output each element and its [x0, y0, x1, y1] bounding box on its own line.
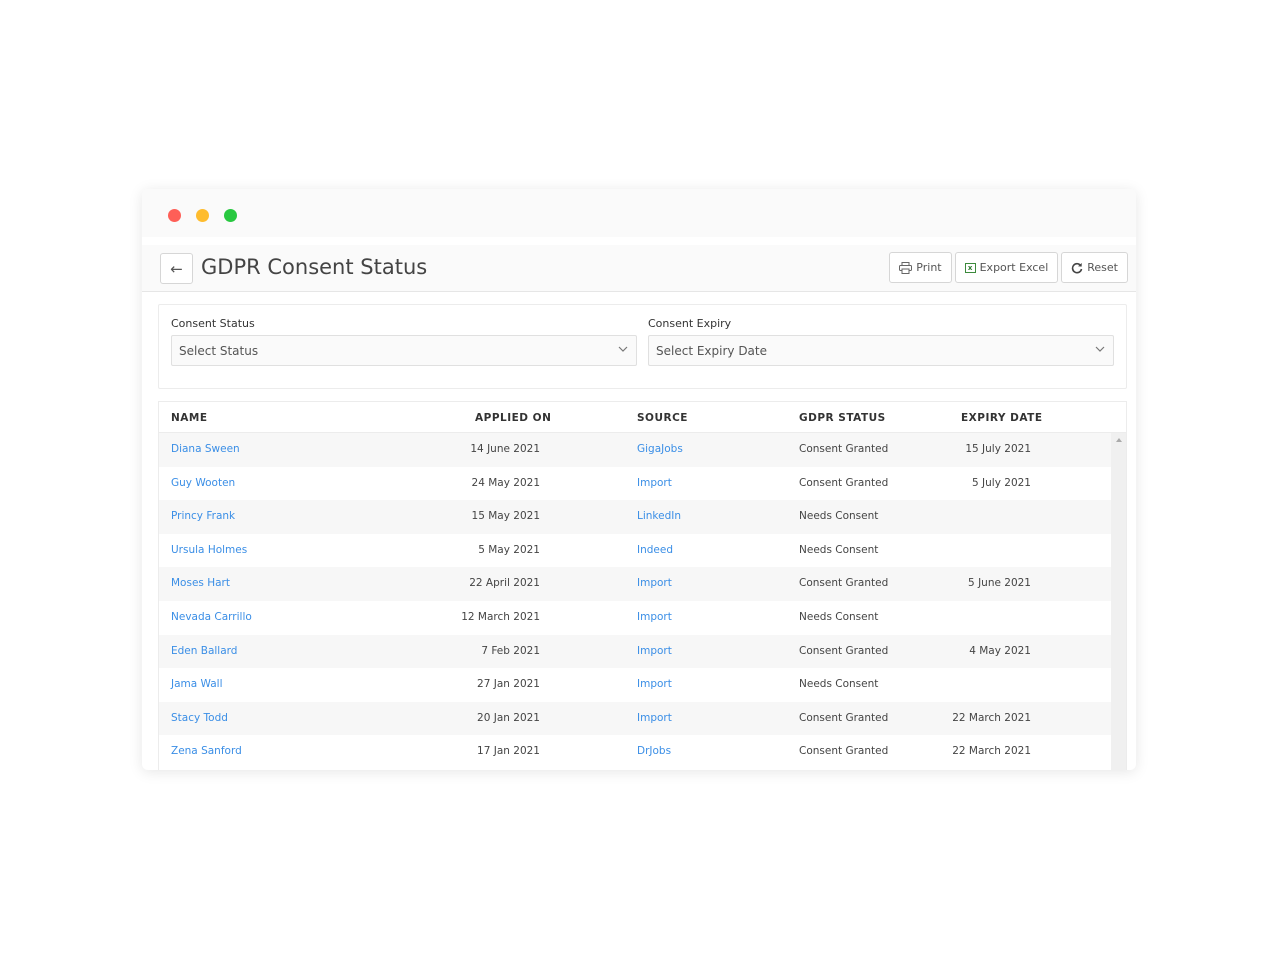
applied-on-cell: 5 May 2021 — [478, 543, 540, 556]
arrow-left-icon: ← — [170, 259, 183, 278]
expiry-date-cell: 5 July 2021 — [972, 476, 1031, 489]
gdpr-status-cell: Needs Consent — [799, 543, 879, 556]
applicant-name-link[interactable]: Princy Frank — [171, 510, 235, 522]
excel-icon: x — [964, 262, 976, 273]
applied-on-cell: 14 June 2021 — [470, 443, 540, 455]
scroll-up-arrow-icon[interactable] — [1116, 438, 1122, 442]
gdpr-status-cell: Consent Granted — [799, 745, 889, 758]
consent-status-placeholder: Select Status — [179, 344, 259, 358]
column-header-source[interactable]: SOURCE — [637, 412, 688, 424]
chevron-down-icon — [618, 346, 628, 352]
applied-on-cell: 15 May 2021 — [471, 510, 540, 523]
gdpr-status-cell: Consent Granted — [799, 644, 889, 657]
vertical-scrollbar[interactable] — [1111, 433, 1126, 770]
applicant-name-link[interactable]: Moses Hart — [171, 577, 230, 589]
applicant-name-link[interactable]: Guy Wooten — [171, 477, 235, 489]
applied-on-cell: 24 May 2021 — [471, 476, 540, 489]
gdpr-status-cell: Needs Consent — [799, 510, 879, 523]
applied-on-cell: 12 March 2021 — [461, 610, 540, 623]
consent-expiry-placeholder: Select Expiry Date — [656, 344, 767, 358]
gdpr-status-cell: Needs Consent — [799, 678, 879, 691]
source-link[interactable]: Import — [637, 678, 672, 690]
table-row: Eden Ballard 7 Feb 2021 Import Consent G… — [159, 634, 1111, 669]
applicant-name-link[interactable]: Ursula Holmes — [171, 544, 247, 556]
maximize-window-button[interactable] — [224, 209, 237, 222]
table-row: Jama Wall 27 Jan 2021 Import Needs Conse… — [159, 668, 1111, 702]
table-row: Moses Hart 22 April 2021 Import Consent … — [159, 567, 1111, 601]
filter-panel: Consent Status Select Status Consent Exp… — [158, 304, 1127, 389]
consent-expiry-select[interactable]: Select Expiry Date — [648, 335, 1114, 366]
expiry-date-cell: 4 May 2021 — [969, 644, 1031, 657]
source-link[interactable]: Import — [637, 477, 672, 489]
applicant-name-link[interactable]: Zena Sanford — [171, 745, 242, 757]
applied-on-cell: 27 Jan 2021 — [477, 678, 540, 691]
gdpr-status-cell: Needs Consent — [799, 610, 879, 623]
table-row: Princy Frank 15 May 2021 LinkedIn Needs … — [159, 500, 1111, 534]
export-excel-label: Export Excel — [979, 261, 1049, 274]
minimize-window-button[interactable] — [196, 209, 209, 222]
consent-table: NAME APPLIED ON SOURCE GDPR STATUS EXPIR… — [158, 401, 1127, 770]
toolbar: Print x Export Excel Reset — [889, 252, 1128, 283]
table-row: Ursula Holmes 5 May 2021 Indeed Needs Co… — [159, 533, 1111, 568]
page-title: GDPR Consent Status — [201, 255, 428, 279]
consent-expiry-filter: Consent Expiry Select Expiry Date — [648, 317, 1114, 366]
source-link[interactable]: Indeed — [637, 544, 673, 556]
export-excel-button[interactable]: x Export Excel — [954, 252, 1059, 283]
column-header-gdpr-status[interactable]: GDPR STATUS — [799, 412, 886, 424]
table-row: Zena Sanford 17 Jan 2021 DrJobs Consent … — [159, 735, 1111, 769]
expiry-date-cell: 22 March 2021 — [952, 745, 1031, 758]
source-link[interactable]: Import — [637, 645, 672, 657]
expiry-date-cell: 5 June 2021 — [968, 577, 1031, 590]
table-row: Diana Sween 14 June 2021 GigaJobs Consen… — [159, 433, 1111, 467]
column-header-applied-on[interactable]: APPLIED ON — [475, 412, 551, 424]
applied-on-cell: 22 April 2021 — [469, 577, 540, 590]
table-row: Nevada Carrillo 12 March 2021 Import Nee… — [159, 600, 1111, 635]
printer-icon — [899, 261, 913, 274]
consent-expiry-label: Consent Expiry — [648, 317, 732, 330]
print-label: Print — [916, 261, 942, 274]
consent-status-label: Consent Status — [171, 317, 255, 330]
table-body: Diana Sween 14 June 2021 GigaJobs Consen… — [159, 433, 1111, 769]
title-bar — [142, 189, 1136, 237]
reset-button[interactable]: Reset — [1061, 252, 1128, 283]
consent-status-filter: Consent Status Select Status — [171, 317, 637, 366]
app-window: ← GDPR Consent Status Print x Export Exc… — [142, 189, 1136, 770]
applicant-name-link[interactable]: Nevada Carrillo — [171, 611, 252, 623]
gdpr-status-cell: Consent Granted — [799, 577, 889, 590]
source-link[interactable]: Import — [637, 577, 672, 589]
applicant-name-link[interactable]: Jama Wall — [171, 678, 223, 690]
column-header-expiry-date[interactable]: EXPIRY DATE — [961, 412, 1043, 424]
expiry-date-cell: 15 July 2021 — [965, 443, 1031, 455]
chevron-down-icon — [1095, 346, 1105, 352]
gdpr-status-cell: Consent Granted — [799, 476, 889, 489]
applied-on-cell: 20 Jan 2021 — [477, 711, 540, 724]
close-window-button[interactable] — [168, 209, 181, 222]
table-row: Stacy Todd 20 Jan 2021 Import Consent Gr… — [159, 701, 1111, 736]
source-link[interactable]: GigaJobs — [637, 443, 683, 455]
applied-on-cell: 17 Jan 2021 — [477, 745, 540, 758]
source-link[interactable]: Import — [637, 611, 672, 623]
applicant-name-link[interactable]: Diana Sween — [171, 443, 240, 455]
table-header: NAME APPLIED ON SOURCE GDPR STATUS EXPIR… — [159, 402, 1126, 433]
back-button[interactable]: ← — [160, 253, 193, 284]
table-row: Guy Wooten 24 May 2021 Import Consent Gr… — [159, 466, 1111, 501]
reset-label: Reset — [1087, 261, 1118, 274]
source-link[interactable]: LinkedIn — [637, 510, 681, 522]
print-button[interactable]: Print — [889, 252, 952, 283]
source-link[interactable]: Import — [637, 712, 672, 724]
source-link[interactable]: DrJobs — [637, 745, 671, 757]
applicant-name-link[interactable]: Eden Ballard — [171, 645, 237, 657]
refresh-icon — [1072, 262, 1083, 273]
gdpr-status-cell: Consent Granted — [799, 711, 889, 724]
page-header: ← GDPR Consent Status Print x Export Exc… — [142, 245, 1136, 292]
applied-on-cell: 7 Feb 2021 — [481, 644, 540, 657]
column-header-name[interactable]: NAME — [171, 412, 208, 424]
consent-status-select[interactable]: Select Status — [171, 335, 637, 366]
expiry-date-cell: 22 March 2021 — [952, 711, 1031, 724]
gdpr-status-cell: Consent Granted — [799, 443, 889, 455]
applicant-name-link[interactable]: Stacy Todd — [171, 712, 228, 724]
